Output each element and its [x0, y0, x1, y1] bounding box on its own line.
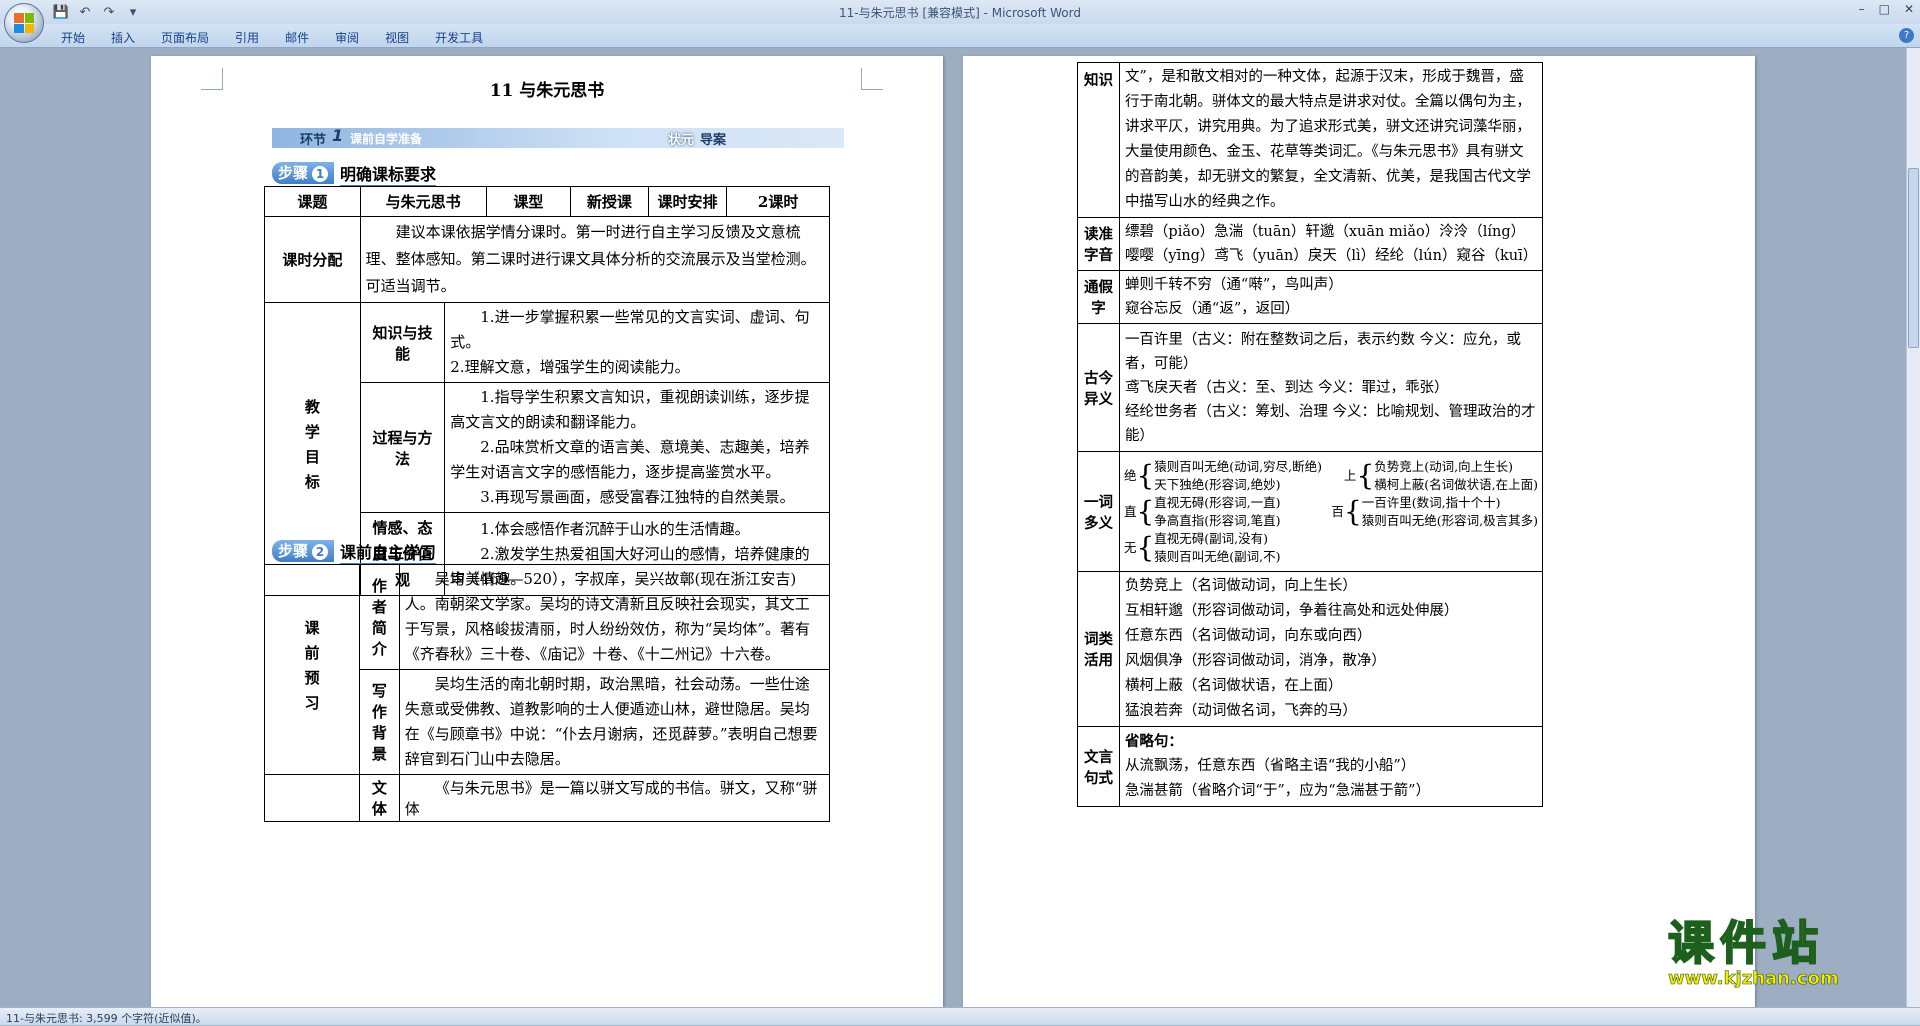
banner-right1: 状元 [668, 129, 694, 148]
step-1-badge: 步骤1 [272, 162, 334, 184]
tab-developer[interactable]: 开发工具 [424, 29, 498, 46]
author-label: 作者简介 [360, 565, 400, 670]
ribbon-tabs: 开始 插入 页面布局 引用 邮件 审阅 视图 开发工具 ? [0, 24, 1920, 48]
cell-h-pre: 课前预习 [265, 565, 360, 775]
cell-v-yici: 绝{猿则百叫无绝(动词,穷尽,断绝)天下独绝(形容词,绝妙) 上{负势竞上(动词… [1119, 452, 1542, 572]
tab-home[interactable]: 开始 [50, 29, 100, 46]
tab-references[interactable]: 引用 [224, 29, 274, 46]
vertical-scrollbar[interactable] [1906, 48, 1920, 1007]
cell-h-alloc: 课时分配 [265, 217, 361, 303]
cell-h-yici: 一词多义 [1078, 452, 1120, 572]
course-standards-table: 课题 与朱元思书 课型 新授课 课时安排 2课时 课时分配 建议本课依据学情分课… [264, 186, 830, 596]
pre-study-table: 课前预习 作者简介 吴均（469—520），字叔庠，吴兴故鄣(现在浙江安吉)人。… [264, 564, 830, 822]
goal-2-text: 1.指导学生积累文言知识，重视朗读训练，逐步提高文言文的朗读和翻译能力。2.品味… [445, 383, 830, 513]
watermark-logo: 课件站 www.kjzhan.com [1668, 918, 1839, 989]
minimize-button[interactable]: – [1859, 2, 1865, 16]
office-logo-icon [14, 13, 34, 33]
document-title: 11 与朱元思书 [151, 76, 943, 101]
cell-v-gujin: 一百许里（古义：附在整数词之后，表示约数 今义：应允，或者，可能）鸢飞戾天者（古… [1119, 324, 1542, 452]
cell-h-know: 知识 [1078, 63, 1120, 218]
window-title: 11-与朱元思书 [兼容模式] - Microsoft Word [0, 4, 1920, 21]
cell-h-subject: 课题 [265, 187, 361, 217]
tab-insert[interactable]: 插入 [100, 29, 150, 46]
cell-v-jushi: 省略句：从流飘荡，任意东西（省略主语“我的小船”）急湍甚箭（省略介词“于”，应为… [1119, 727, 1542, 807]
background-text: 吴均生活的南北朝时期，政治黑暗，社会动荡。一些仕途失意或受佛教、道教影响的士人便… [399, 670, 829, 775]
banner-text: 课前自学准备 [350, 130, 422, 147]
banner-right2: 导案 [700, 129, 726, 148]
banner-num: 1 [332, 126, 343, 145]
tab-mailings[interactable]: 邮件 [274, 29, 324, 46]
cell-v-subject: 与朱元思书 [360, 187, 486, 217]
tab-page-layout[interactable]: 页面布局 [150, 29, 224, 46]
tab-view[interactable]: 视图 [374, 29, 424, 46]
status-text: 11-与朱元思书: 3,599 个字符(近似值)。 [6, 1012, 207, 1025]
help-icon[interactable]: ? [1899, 28, 1914, 43]
window-controls: – □ ✕ [1859, 2, 1914, 16]
cell-blank [265, 775, 360, 822]
status-bar: 11-与朱元思书: 3,599 个字符(近似值)。 [0, 1007, 1920, 1025]
step-2-title: 课前自主学习 [340, 539, 436, 564]
cell-h-cilei: 词类活用 [1078, 572, 1120, 727]
page-2: 知识 文”，是和散文相对的一种文体，起源于汉末，形成于魏晋，盛行于南北朝。骈体文… [963, 56, 1755, 1007]
cell-v-know: 文”，是和散文相对的一种文体，起源于汉末，形成于魏晋，盛行于南北朝。骈体文的最大… [1119, 63, 1542, 218]
goal-2-label: 过程与方法 [360, 383, 445, 513]
document-workspace: 11 与朱元思书 环节 1 课前自学准备 状元 导案 步骤1 明确课标要求 课题… [0, 48, 1906, 1007]
close-button[interactable]: ✕ [1904, 2, 1914, 16]
cell-v-read: 缥碧（piǎo）急湍（tuān）轩邈（xuān miǎo）泠泠（líng）嘤嘤（… [1119, 218, 1542, 271]
title-bar: 💾 ↶ ↷ ▾ 11-与朱元思书 [兼容模式] - Microsoft Word… [0, 0, 1920, 24]
knowledge-table: 知识 文”，是和散文相对的一种文体，起源于汉末，形成于魏晋，盛行于南北朝。骈体文… [1077, 62, 1543, 807]
scrollbar-thumb[interactable] [1908, 168, 1919, 348]
style-text: 《与朱元思书》是一篇以骈文写成的书信。骈文，又称“骈体 [399, 775, 829, 822]
style-label: 文体 [360, 775, 400, 822]
step-2-badge: 步骤2 [272, 540, 334, 562]
office-button[interactable] [4, 3, 44, 43]
cell-h-jushi: 文言句式 [1078, 727, 1120, 807]
background-label: 写作背景 [360, 670, 400, 775]
cell-h-tongjia: 通假字 [1078, 271, 1120, 324]
step-1-title: 明确课标要求 [340, 161, 436, 186]
cell-v-cilei: 负势竞上（名词做动词，向上生长）互相轩邈（形容词做动词，争着往高处和远处伸展）任… [1119, 572, 1542, 727]
page-1: 11 与朱元思书 环节 1 课前自学准备 状元 导案 步骤1 明确课标要求 课题… [151, 56, 943, 1007]
cell-h-read: 读准字音 [1078, 218, 1120, 271]
tab-review[interactable]: 审阅 [324, 29, 374, 46]
cell-v-type: 新授课 [571, 187, 649, 217]
cell-h-type: 课型 [486, 187, 571, 217]
goal-1-text: 1.进一步掌握积累一些常见的文言实词、虚词、句式。2.理解文意，增强学生的阅读能… [445, 303, 830, 383]
watermark-url: www.kjzhan.com [1668, 968, 1839, 989]
cell-h-gujin: 古今异义 [1078, 324, 1120, 452]
step-2-heading: 步骤2 课前自主学习 [272, 540, 436, 562]
watermark-main: 课件站 [1668, 918, 1839, 968]
banner-label: 环节 [300, 129, 326, 148]
cell-v-alloc: 建议本课依据学情分课时。第一时进行自主学习反馈及文意梳理、整体感知。第二课时进行… [360, 217, 829, 303]
author-text: 吴均（469—520），字叔庠，吴兴故鄣(现在浙江安吉)人。南朝梁文学家。吴均的… [399, 565, 829, 670]
step-1-heading: 步骤1 明确课标要求 [272, 162, 436, 184]
section-banner: 环节 1 课前自学准备 状元 导案 [272, 128, 844, 148]
goal-1-label: 知识与技能 [360, 303, 445, 383]
cell-h-plan: 课时安排 [648, 187, 727, 217]
cell-v-plan: 2课时 [727, 187, 830, 217]
maximize-button[interactable]: □ [1879, 2, 1890, 16]
cell-v-tongjia: 蝉则千转不穷（通“啭”，鸟叫声）窥谷忘反（通“返”，返回） [1119, 271, 1542, 324]
